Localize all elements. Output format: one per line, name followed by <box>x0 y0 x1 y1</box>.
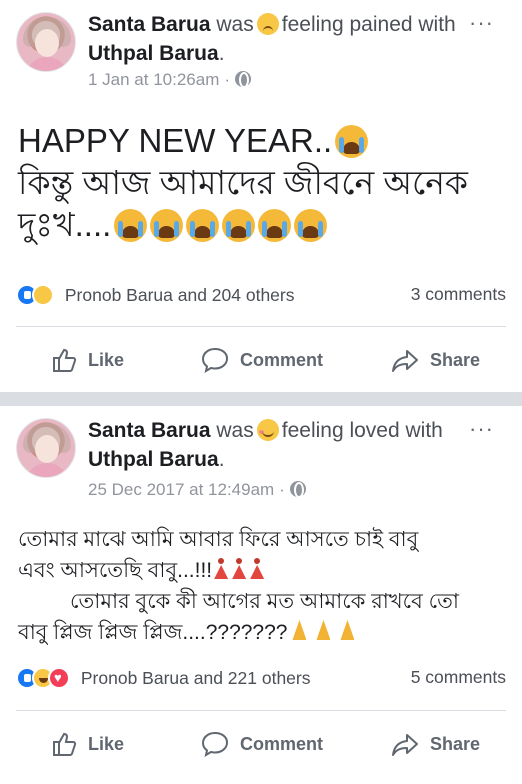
timestamp[interactable]: 25 Dec 2017 at 12:49am <box>88 480 274 499</box>
avatar-body <box>25 57 69 71</box>
crying-face-icon <box>186 209 220 242</box>
timestamp[interactable]: 1 Jan at 10:26am <box>88 70 219 89</box>
post-header: Santa Barua was feeling loved with Uthpal… <box>0 406 522 506</box>
dancer-icon <box>231 558 247 580</box>
post-meta: 25 Dec 2017 at 12:49am · <box>88 480 306 500</box>
dancer-icon <box>213 558 229 580</box>
post-text-line: তোমার মাঝে আমি আবার ফিরে আসতে চাই বাবু <box>18 528 419 551</box>
post-headline: Santa Barua was feeling pained with Uthpa… <box>88 10 458 68</box>
crying-face-icon <box>258 209 292 242</box>
smiling-face-with-hearts-icon <box>256 419 279 441</box>
dancer-icon <box>249 558 265 580</box>
post-headline: Santa Barua was feeling loved with Uthpal… <box>88 416 458 474</box>
meta-dot: · <box>279 480 285 499</box>
folded-hands-icon <box>336 618 358 642</box>
share-button[interactable]: Share <box>390 338 480 382</box>
divider <box>16 326 506 327</box>
share-button[interactable]: Share <box>390 722 480 766</box>
like-label: Like <box>88 733 125 754</box>
globe-icon <box>235 71 252 88</box>
avatar[interactable] <box>16 418 76 478</box>
folded-hands-icon <box>288 618 310 642</box>
post-text-line: বাবু প্লিজ প্লিজ প্লিজ....??????? <box>18 617 518 648</box>
sad-reaction-icon <box>32 284 54 306</box>
folded-hands-icon <box>312 618 334 642</box>
share-icon <box>392 350 418 372</box>
more-options-button[interactable]: ··· <box>469 416 494 442</box>
comment-button[interactable]: Comment <box>200 722 323 766</box>
reaction-names: Pronob Barua and 204 others <box>64 285 295 305</box>
tagged-name[interactable]: Uthpal Barua <box>88 448 219 471</box>
post: Santa Barua was feeling pained with Uthpa… <box>0 0 522 392</box>
love-reaction-icon <box>48 667 70 689</box>
post-text-line: কিন্তু আজ আমাদের জীবনে অনেক <box>18 164 469 201</box>
reaction-names: Pronob Barua and 221 others <box>80 668 311 688</box>
avatar[interactable] <box>16 12 76 72</box>
reaction-stats: Pronob Barua and 204 others 3 comments <box>16 284 506 314</box>
action-bar: Like Comment Share <box>0 338 522 382</box>
tagged-name[interactable]: Uthpal Barua <box>88 42 219 65</box>
thumbs-up-icon <box>53 732 77 756</box>
meta-dot: · <box>224 70 231 89</box>
share-icon <box>392 734 418 756</box>
comment-icon <box>201 347 229 374</box>
feeling-rest: with <box>405 419 443 442</box>
like-button[interactable]: Like <box>50 722 124 766</box>
post-text: এবং আসতেছি বাবু...!!! <box>18 559 213 582</box>
crying-face-icon <box>335 125 369 158</box>
divider <box>16 710 506 711</box>
crying-face-icon <box>294 209 328 242</box>
author-name[interactable]: Santa Barua <box>88 419 211 442</box>
post-body: HAPPY NEW YEAR.. কিন্তু আজ আমাদের জীবনে … <box>18 120 508 246</box>
avatar-face <box>35 435 59 463</box>
avatar-face <box>35 29 59 57</box>
post-header: Santa Barua was feeling pained with Uthpa… <box>0 0 522 100</box>
comment-icon <box>201 731 229 758</box>
verb: was <box>216 419 254 442</box>
comment-label: Comment <box>240 349 324 370</box>
sad-face-emoji-icon <box>256 13 279 35</box>
feeling-text: feeling <box>281 13 344 36</box>
crying-face-icon <box>150 209 184 242</box>
reactions-summary[interactable]: Pronob Barua and 221 others <box>16 667 311 689</box>
crying-face-icon <box>222 209 256 242</box>
post-separator <box>0 392 522 406</box>
comments-count[interactable]: 3 comments <box>411 284 506 305</box>
post-text-line: এবং আসতেছি বাবু...!!! <box>18 555 518 586</box>
post-text: বাবু প্লিজ প্লিজ প্লিজ....??????? <box>18 621 288 644</box>
more-options-button[interactable]: ··· <box>469 10 494 36</box>
feeling-text: feeling loved <box>281 419 400 442</box>
avatar-body <box>25 463 69 477</box>
share-label: Share <box>430 733 481 754</box>
post-text: দুঃখ.... <box>18 206 112 243</box>
comment-label: Comment <box>240 733 324 754</box>
author-name[interactable]: Santa Barua <box>88 13 211 36</box>
post-text: HAPPY NEW YEAR.. <box>18 122 333 159</box>
share-label: Share <box>430 349 481 370</box>
period: . <box>218 42 225 65</box>
post-body: তোমার মাঝে আমি আবার ফিরে আসতে চাই বাবু এ… <box>18 524 518 648</box>
period: . <box>218 448 225 471</box>
globe-icon <box>289 481 306 498</box>
post-meta: 1 Jan at 10:26am · <box>88 70 252 90</box>
thumbs-up-icon <box>53 348 77 372</box>
post-text-line: HAPPY NEW YEAR.. <box>18 120 508 162</box>
post-text-line: দুঃখ.... <box>18 204 508 246</box>
crying-face-icon <box>114 209 148 242</box>
like-button[interactable]: Like <box>50 338 124 382</box>
feeling-rest: pained with <box>349 13 456 36</box>
comments-count[interactable]: 5 comments <box>411 667 506 688</box>
reactions-summary[interactable]: Pronob Barua and 204 others <box>16 284 295 306</box>
comment-button[interactable]: Comment <box>200 338 323 382</box>
reaction-stats: Pronob Barua and 221 others 5 comments <box>16 667 506 697</box>
like-label: Like <box>88 349 125 370</box>
post-text-line: তোমার বুকে কী আগের মত আমাকে রাখবে তো <box>70 590 459 613</box>
verb: was <box>216 13 254 36</box>
action-bar: Like Comment Share <box>0 722 522 766</box>
